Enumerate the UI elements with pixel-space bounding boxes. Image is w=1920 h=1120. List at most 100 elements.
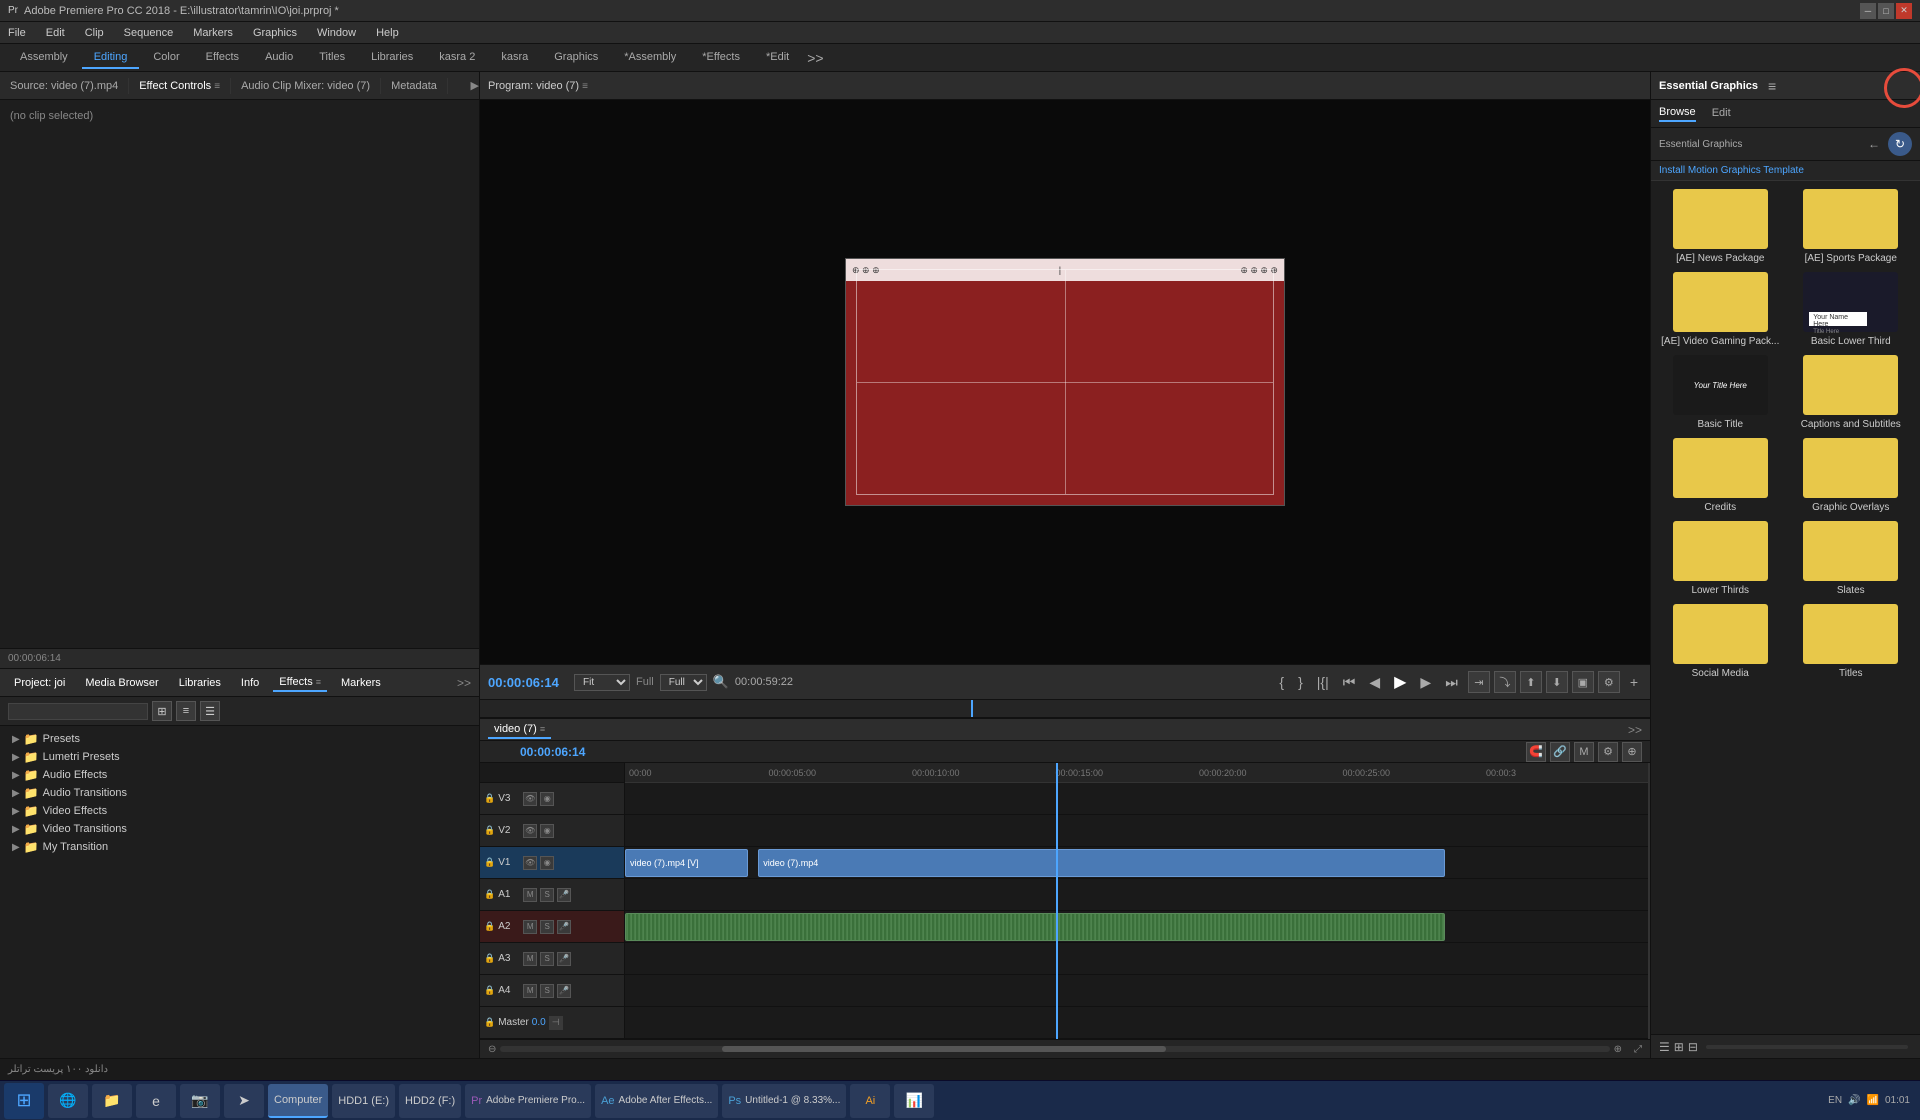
taskbar-start-button[interactable]: ⊞ bbox=[4, 1083, 44, 1119]
project-tab[interactable]: Project: joi bbox=[8, 675, 71, 691]
ws-tab-assembly2[interactable]: *Assembly bbox=[612, 47, 688, 69]
quality-select[interactable]: Full 1/2 1/4 bbox=[660, 674, 707, 691]
extract-icon[interactable]: ⬇ bbox=[1546, 671, 1568, 693]
effect-controls-tab[interactable]: Effect Controls ≡ bbox=[129, 78, 231, 94]
track-mic-a1[interactable]: 🎤 bbox=[557, 888, 571, 902]
eg-item-captions[interactable]: Captions and Subtitles bbox=[1790, 355, 1913, 430]
menu-clip[interactable]: Clip bbox=[81, 25, 108, 41]
ws-tab-graphics[interactable]: Graphics bbox=[542, 47, 610, 69]
track-s-a1[interactable]: S bbox=[540, 888, 554, 902]
eg-back-icon[interactable]: ← bbox=[1868, 137, 1880, 151]
taskbar-item-extra[interactable]: 📊 bbox=[894, 1084, 934, 1118]
track-s-a4[interactable]: S bbox=[540, 984, 554, 998]
track-s-a3[interactable]: S bbox=[540, 952, 554, 966]
effects-btn1[interactable]: ⊞ bbox=[152, 701, 172, 721]
taskbar-item-unknown[interactable]: 📷 bbox=[180, 1084, 220, 1118]
eg-item-lower-thirds[interactable]: Lower Thirds bbox=[1659, 521, 1782, 596]
effects-btn2[interactable]: ≡ bbox=[176, 701, 196, 721]
clip-v1-2[interactable]: video (7).mp4 bbox=[758, 849, 1445, 877]
timeline-btn-insert[interactable]: ⊕ bbox=[1622, 742, 1642, 762]
tree-video-effects[interactable]: ▶ 📁 Video Effects bbox=[0, 802, 479, 820]
taskbar-item-arrow[interactable]: ➤ bbox=[224, 1084, 264, 1118]
tree-lumetri[interactable]: ▶ 📁 Lumetri Presets bbox=[0, 748, 479, 766]
tl-zoom-out[interactable]: ⊖ bbox=[488, 1044, 496, 1055]
ws-tab-effects2[interactable]: *Effects bbox=[690, 47, 752, 69]
track-m-a1[interactable]: M bbox=[523, 888, 537, 902]
eg-item-graphic-overlays[interactable]: Graphic Overlays bbox=[1790, 438, 1913, 513]
settings-icon[interactable]: ⚙ bbox=[1598, 671, 1620, 693]
minimize-button[interactable]: ─ bbox=[1860, 3, 1876, 19]
expand-icon[interactable]: ▶ bbox=[471, 79, 479, 92]
mark-out-button[interactable]: } bbox=[1294, 672, 1307, 692]
workspace-more[interactable]: >> bbox=[807, 50, 823, 66]
ws-tab-color[interactable]: Color bbox=[141, 47, 191, 69]
track-mic-a3[interactable]: 🎤 bbox=[557, 952, 571, 966]
eg-zoom-slider[interactable]: ⊟ bbox=[1688, 1040, 1698, 1054]
effects-search-input[interactable] bbox=[8, 703, 148, 720]
track-s-a2[interactable]: S bbox=[540, 920, 554, 934]
ws-tab-edit2[interactable]: *Edit bbox=[754, 47, 801, 69]
track-mic-a4[interactable]: 🎤 bbox=[557, 984, 571, 998]
panel-expand-icon[interactable]: >> bbox=[457, 676, 471, 690]
step-back-button[interactable]: ◀ bbox=[1365, 672, 1384, 693]
taskbar-item-computer[interactable]: Computer bbox=[268, 1084, 328, 1118]
track-eye-v2[interactable]: 👁 bbox=[523, 824, 537, 838]
eg-zoom-bar[interactable] bbox=[1706, 1045, 1908, 1049]
eg-edit-tab[interactable]: Edit bbox=[1712, 107, 1731, 121]
eg-grid-view-button[interactable]: ⊞ bbox=[1674, 1040, 1684, 1054]
track-m-a3[interactable]: M bbox=[523, 952, 537, 966]
tree-my-transition[interactable]: ▶ 📁 My Transition bbox=[0, 838, 479, 856]
metadata-tab[interactable]: Metadata bbox=[381, 78, 448, 94]
fit-select[interactable]: Fit 25% 50% 75% 100% bbox=[574, 674, 630, 691]
ws-tab-titles[interactable]: Titles bbox=[307, 47, 357, 69]
ws-tab-kasra2[interactable]: kasra 2 bbox=[427, 47, 487, 69]
go-in-button[interactable]: ⏮ bbox=[1339, 672, 1360, 693]
effects-tab[interactable]: Effects ≡ bbox=[273, 674, 327, 692]
tl-zoom-in[interactable]: ⊕ bbox=[1614, 1044, 1622, 1055]
menu-edit[interactable]: Edit bbox=[42, 25, 69, 41]
libraries-tab[interactable]: Libraries bbox=[173, 675, 227, 691]
program-scrub-bar[interactable] bbox=[480, 700, 1650, 718]
tree-presets[interactable]: ▶ 📁 Presets bbox=[0, 730, 479, 748]
markers-tab-left[interactable]: Markers bbox=[335, 675, 387, 691]
overwrite-icon[interactable]: ⤵ bbox=[1494, 671, 1516, 693]
ws-tab-editing[interactable]: Editing bbox=[82, 47, 140, 69]
clip-v1-1[interactable]: video (7).mp4 [V] bbox=[625, 849, 748, 877]
eg-item-titles[interactable]: Titles bbox=[1790, 604, 1913, 679]
track-solo-v3[interactable]: ◉ bbox=[540, 792, 554, 806]
program-timecode[interactable]: 00:00:06:14 bbox=[488, 675, 568, 690]
tree-audio-effects[interactable]: ▶ 📁 Audio Effects bbox=[0, 766, 479, 784]
ws-tab-kasra[interactable]: kasra bbox=[489, 47, 540, 69]
eg-item-gaming-pack[interactable]: [AE] Video Gaming Pack... bbox=[1659, 272, 1782, 347]
eg-item-slates[interactable]: Slates bbox=[1790, 521, 1913, 596]
taskbar-item-hdd2[interactable]: HDD2 (F:) bbox=[399, 1084, 461, 1118]
maximize-button[interactable]: □ bbox=[1878, 3, 1894, 19]
taskbar-item-illustrator[interactable]: Ai bbox=[850, 1084, 890, 1118]
track-m-a2[interactable]: M bbox=[523, 920, 537, 934]
eg-item-credits[interactable]: Credits bbox=[1659, 438, 1782, 513]
lift-icon[interactable]: ⬆ bbox=[1520, 671, 1542, 693]
add-marker-button[interactable]: + bbox=[1626, 672, 1642, 692]
ws-tab-effects[interactable]: Effects bbox=[194, 47, 251, 69]
timeline-btn-add-marker[interactable]: M bbox=[1574, 742, 1594, 762]
track-m-a4[interactable]: M bbox=[523, 984, 537, 998]
taskbar-item-hdd1[interactable]: HDD1 (E:) bbox=[332, 1084, 395, 1118]
ws-tab-audio[interactable]: Audio bbox=[253, 47, 305, 69]
tree-video-transitions[interactable]: ▶ 📁 Video Transitions bbox=[0, 820, 479, 838]
taskbar-item-folder[interactable]: 📁 bbox=[92, 1084, 132, 1118]
close-button[interactable]: ✕ bbox=[1896, 3, 1912, 19]
safe-margins-icon[interactable]: ▣ bbox=[1572, 671, 1594, 693]
track-solo-v2[interactable]: ◉ bbox=[540, 824, 554, 838]
info-tab[interactable]: Info bbox=[235, 675, 265, 691]
menu-graphics[interactable]: Graphics bbox=[249, 25, 301, 41]
eg-menu-button[interactable]: ≡ bbox=[1768, 78, 1776, 94]
eg-item-news-package[interactable]: [AE] News Package bbox=[1659, 189, 1782, 264]
eg-browse-tab[interactable]: Browse bbox=[1659, 106, 1696, 122]
insert-icon[interactable]: ⇥ bbox=[1468, 671, 1490, 693]
menu-sequence[interactable]: Sequence bbox=[120, 25, 178, 41]
taskbar-item-ie[interactable]: e bbox=[136, 1084, 176, 1118]
timeline-title-tab[interactable]: video (7) ≡ bbox=[488, 721, 551, 739]
menu-markers[interactable]: Markers bbox=[189, 25, 237, 41]
eg-sync-button[interactable]: ↻ bbox=[1888, 132, 1912, 156]
tree-audio-transitions[interactable]: ▶ 📁 Audio Transitions bbox=[0, 784, 479, 802]
